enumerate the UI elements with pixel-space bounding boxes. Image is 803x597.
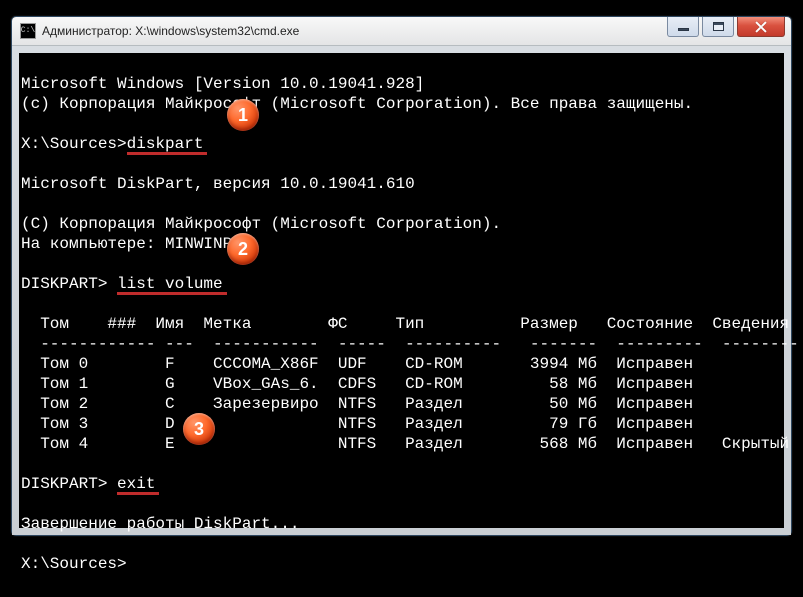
table-header: Том ### Имя Метка ФС Тип Размер Состояни… (21, 315, 789, 333)
console-line: (c) Корпорация Майкрософт (Microsoft Cor… (21, 95, 693, 113)
annotation-badge-1: 1 (227, 99, 259, 131)
prompt: DISKPART> (21, 475, 117, 493)
prompt: X:\Sources> (21, 555, 127, 573)
table-row: Том 1 G VBox_GAs_6. CDFS CD-ROM 58 Мб Ис… (21, 375, 693, 393)
maximize-button[interactable] (702, 17, 734, 37)
titlebar[interactable]: C:\ Администратор: X:\windows\system32\c… (12, 17, 791, 46)
console-line: X:\Sources>diskpart (21, 135, 203, 153)
annotation-badge-2: 2 (227, 233, 259, 265)
console-line: DISKPART> list volume (21, 275, 223, 293)
command-diskpart: diskpart (127, 135, 204, 153)
console-line: На компьютере: MINWINPC (21, 235, 242, 253)
console-line: Microsoft DiskPart, версия 10.0.19041.61… (21, 175, 415, 193)
prompt: X:\Sources> (21, 135, 127, 153)
table-row: Том 4 E NTFS Раздел 568 Мб Исправен Скры… (21, 435, 789, 453)
maximize-icon (713, 22, 724, 31)
cmd-window: C:\ Администратор: X:\windows\system32\c… (11, 16, 792, 536)
system-menu-icon[interactable]: C:\ (20, 23, 36, 39)
console-line: (C) Корпорация Майкрософт (Microsoft Cor… (21, 215, 501, 233)
console-line: X:\Sources> (21, 555, 125, 573)
table-row: Том 0 F CCCOMA_X86F UDF CD-ROM 3994 Мб И… (21, 355, 693, 373)
window-title: Администратор: X:\windows\system32\cmd.e… (42, 24, 299, 38)
prompt: DISKPART> (21, 275, 117, 293)
console-output[interactable]: Microsoft Windows [Version 10.0.19041.92… (19, 53, 784, 528)
close-button[interactable] (737, 17, 785, 37)
table-row: Том 2 C Зарезервиро NTFS Раздел 50 Мб Ис… (21, 395, 693, 413)
command-list-volume: list volume (117, 275, 223, 293)
window-client-area: Microsoft Windows [Version 10.0.19041.92… (12, 46, 791, 535)
minimize-button[interactable] (667, 17, 699, 37)
close-icon (755, 21, 767, 33)
console-line: Завершение работы DiskPart... (21, 515, 299, 533)
table-row: Том 3 D NTFS Раздел 79 Гб Исправен (21, 415, 693, 433)
table-separator: ------------ --- ----------- ----- -----… (21, 335, 799, 353)
window-controls (667, 17, 785, 37)
command-exit: exit (117, 475, 155, 493)
console-line: Microsoft Windows [Version 10.0.19041.92… (21, 75, 424, 93)
console-line: DISKPART> exit (21, 475, 155, 493)
annotation-badge-3: 3 (183, 413, 215, 445)
minimize-icon (678, 28, 689, 31)
